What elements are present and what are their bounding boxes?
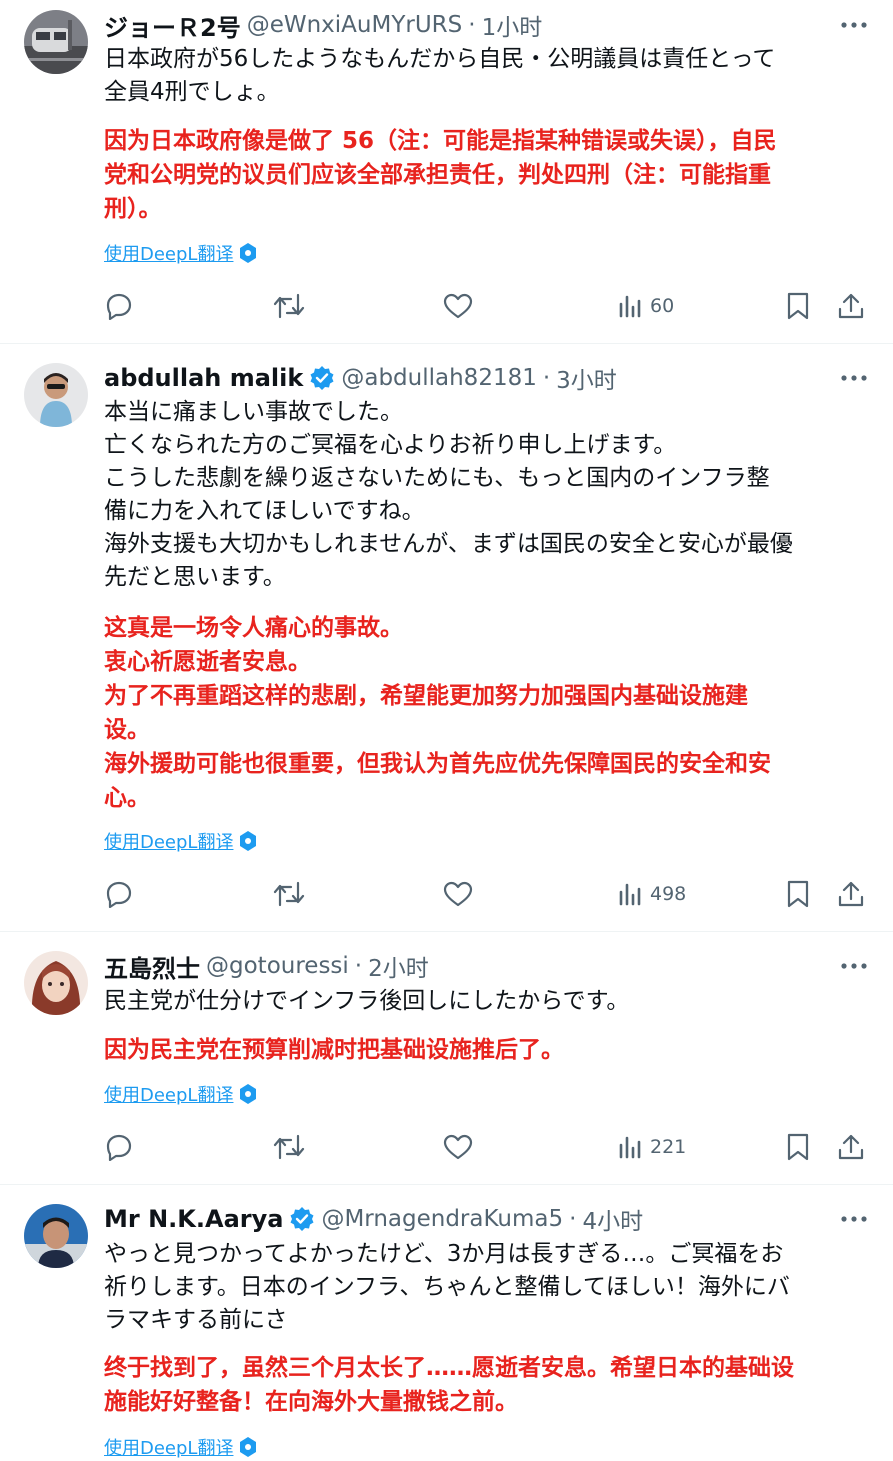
retweet-icon <box>273 881 305 907</box>
timestamp[interactable]: 1小时 <box>482 8 543 42</box>
reply-icon <box>106 881 132 908</box>
share-icon <box>838 293 864 319</box>
deepl-icon <box>240 831 257 851</box>
retweet-icon <box>273 1134 305 1160</box>
separator-dot: · <box>569 1206 577 1232</box>
tweet-text: 日本政府が56したようなもんだから自民・公明議員は責任とって 全員4刑でしょ。 <box>104 46 776 105</box>
views-button[interactable]: 498 <box>618 877 686 911</box>
view-count: 221 <box>650 1136 687 1158</box>
deepl-icon <box>240 1437 257 1457</box>
author-name[interactable]: Mr N.K.Aarya <box>104 1205 283 1233</box>
share-icon <box>838 881 864 907</box>
deepl-translate-link[interactable]: 使用DeepL翻译 <box>104 239 257 267</box>
reply-button[interactable] <box>104 877 134 911</box>
author-name[interactable]: ジョーＲ2号 <box>104 8 241 42</box>
more-options-button[interactable] <box>841 1202 867 1236</box>
deepl-translate-link[interactable]: 使用DeepL翻译 <box>104 1433 257 1461</box>
more-icon <box>841 963 867 969</box>
share-button[interactable] <box>837 877 865 911</box>
share-button[interactable] <box>837 1130 865 1164</box>
analytics-icon <box>619 883 641 906</box>
retweet-button[interactable] <box>273 1130 305 1164</box>
avatar[interactable] <box>24 951 88 1015</box>
deepl-icon <box>240 1084 257 1104</box>
avatar[interactable] <box>24 363 88 427</box>
like-button[interactable] <box>443 1130 473 1164</box>
tweet-3[interactable]: 五島烈士 @gotouressi · 2小时 民主党が仕分けでインフラ後回しにし… <box>0 931 893 1185</box>
more-options-button[interactable] <box>841 361 867 395</box>
like-button[interactable] <box>443 877 473 911</box>
view-count: 60 <box>650 295 675 317</box>
more-options-button[interactable] <box>841 8 867 42</box>
translation-text: 因为日本政府像是做了 56（注：可能是指某种错误或失误），自民 党和公明党的议员… <box>104 128 777 222</box>
separator-dot: · <box>354 953 363 979</box>
bookmark-icon <box>787 1133 809 1161</box>
reply-icon <box>106 1134 132 1161</box>
analytics-icon <box>619 1136 641 1159</box>
separator-dot: · <box>468 12 476 38</box>
bookmark-button[interactable] <box>786 1130 810 1164</box>
avatar[interactable] <box>24 10 88 74</box>
retweet-button[interactable] <box>273 877 305 911</box>
retweet-button[interactable] <box>273 289 305 323</box>
heart-icon <box>443 1134 473 1160</box>
deepl-translate-link[interactable]: 使用DeepL翻译 <box>104 1080 257 1108</box>
reply-icon <box>106 293 132 320</box>
bookmark-button[interactable] <box>786 877 810 911</box>
heart-icon <box>443 881 473 907</box>
translation-text: 终于找到了，虽然三个月太长了……愿逝者安息。希望日本的基础设 施能好好整备！在向… <box>104 1355 794 1415</box>
views-button[interactable]: 60 <box>618 289 674 323</box>
tweet-text: 民主党が仕分けでインフラ後回しにしたからです。 <box>104 988 630 1014</box>
tweet-4[interactable]: Mr N.K.Aarya @MrnagendraKuma5 · 4小时 やっと見… <box>0 1184 893 1461</box>
author-handle[interactable]: @abdullah82181 <box>341 365 537 391</box>
views-button[interactable]: 221 <box>618 1130 686 1164</box>
author-name[interactable]: abdullah malik <box>104 364 303 392</box>
separator-dot: · <box>542 365 551 391</box>
share-icon <box>838 1134 864 1160</box>
more-icon <box>841 1216 867 1222</box>
author-name[interactable]: 五島烈士 <box>104 949 200 983</box>
deepl-translate-link[interactable]: 使用DeepL翻译 <box>104 827 257 855</box>
tweet-2[interactable]: abdullah malik @abdullah82181 · 3小时 本当に痛… <box>0 343 893 932</box>
like-button[interactable] <box>443 289 473 323</box>
author-handle[interactable]: @gotouressi <box>206 953 349 979</box>
analytics-icon <box>619 295 641 318</box>
author-handle[interactable]: @eWnxiAuMYrURS <box>247 12 463 38</box>
tweet-text: やっと見つかってよかったけど、3か月は長すぎる…。ご冥福をお 祈りします。日本の… <box>104 1241 790 1333</box>
reply-button[interactable] <box>104 1130 134 1164</box>
translation-text: 这真是一场令人痛心的事故。 衷心祈愿逝者安息。 为了不再重蹈这样的悲剧，希望能更… <box>104 615 771 811</box>
bookmark-icon <box>787 880 809 908</box>
avatar[interactable] <box>24 1204 88 1268</box>
deepl-icon <box>240 243 257 263</box>
view-count: 498 <box>650 883 687 905</box>
bookmark-icon <box>787 292 809 320</box>
more-options-button[interactable] <box>841 949 867 983</box>
timestamp[interactable]: 2小时 <box>368 949 429 983</box>
tweet-1[interactable]: ジョーＲ2号 @eWnxiAuMYrURS · 1小时 日本政府が56したような… <box>0 0 893 344</box>
verified-badge-icon <box>290 1207 314 1231</box>
more-icon <box>841 22 867 28</box>
translation-text: 因为民主党在预算削减时把基础设施推后了。 <box>104 1037 564 1063</box>
bookmark-button[interactable] <box>786 289 810 323</box>
heart-icon <box>443 293 473 319</box>
reply-button[interactable] <box>104 289 134 323</box>
author-handle[interactable]: @MrnagendraKuma5 <box>321 1206 563 1232</box>
share-button[interactable] <box>837 289 865 323</box>
verified-badge-icon <box>310 366 334 390</box>
timestamp[interactable]: 3小时 <box>556 361 617 395</box>
tweet-text: 本当に痛ましい事故でした。 亡くなられた方のご冥福を心よりお祈り申し上げます。 … <box>104 399 793 590</box>
retweet-icon <box>273 293 305 319</box>
timestamp[interactable]: 4小时 <box>582 1202 643 1236</box>
more-icon <box>841 375 867 381</box>
